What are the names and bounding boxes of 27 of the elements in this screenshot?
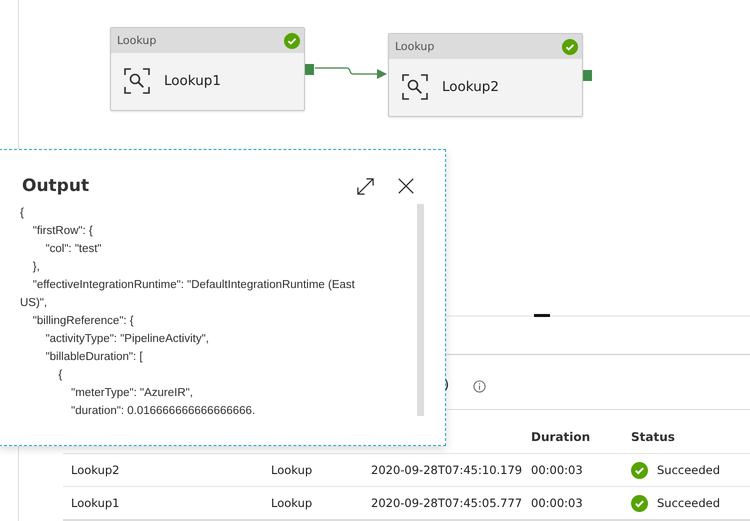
table-cell: Lookup: [271, 463, 312, 477]
tab-indicator: [534, 314, 550, 317]
column-header: Duration: [531, 430, 590, 444]
expand-icon[interactable]: [356, 176, 375, 196]
status-text: Succeeded: [657, 496, 720, 510]
table-cell: 00:00:03: [531, 496, 583, 510]
activity-node[interactable]: Lookup Lookup1: [110, 27, 305, 111]
activity-name: Lookup2: [442, 79, 499, 95]
activity-type: Lookup: [117, 34, 156, 47]
output-json: { "firstRow": { "col": "test" }, "effectiveIntegrationRuntime": "DefaultIntegrationRuntime (East US)", "billingReference": { "activityType": "PipelineActivity", "billableDuration": [ { "meterType": "AzureIR", "duration": 0.016666666666666666.: [20, 206, 356, 419]
activity-node[interactable]: Lookup Lookup2: [388, 33, 583, 117]
table-cell: Lookup: [271, 496, 312, 510]
table-cell: 2020-09-28T07:45:05.777: [371, 496, 522, 510]
lookup-icon: [124, 68, 150, 94]
status-text: Succeeded: [657, 463, 720, 477]
scrollbar[interactable]: [417, 204, 424, 416]
info-icon[interactable]: [473, 380, 486, 393]
table-cell: Lookup2: [71, 463, 120, 477]
panel-title: Output: [22, 176, 90, 196]
close-icon[interactable]: [397, 177, 415, 195]
table-cell: 00:00:03: [531, 463, 583, 477]
table-cell: Lookup1: [71, 496, 120, 510]
activity-type: Lookup: [395, 40, 434, 53]
table-cell: 2020-09-28T07:45:10.179: [371, 463, 522, 477]
lookup-icon: [402, 74, 428, 100]
column-header: Status: [631, 430, 675, 444]
activity-name: Lookup1: [164, 73, 221, 89]
